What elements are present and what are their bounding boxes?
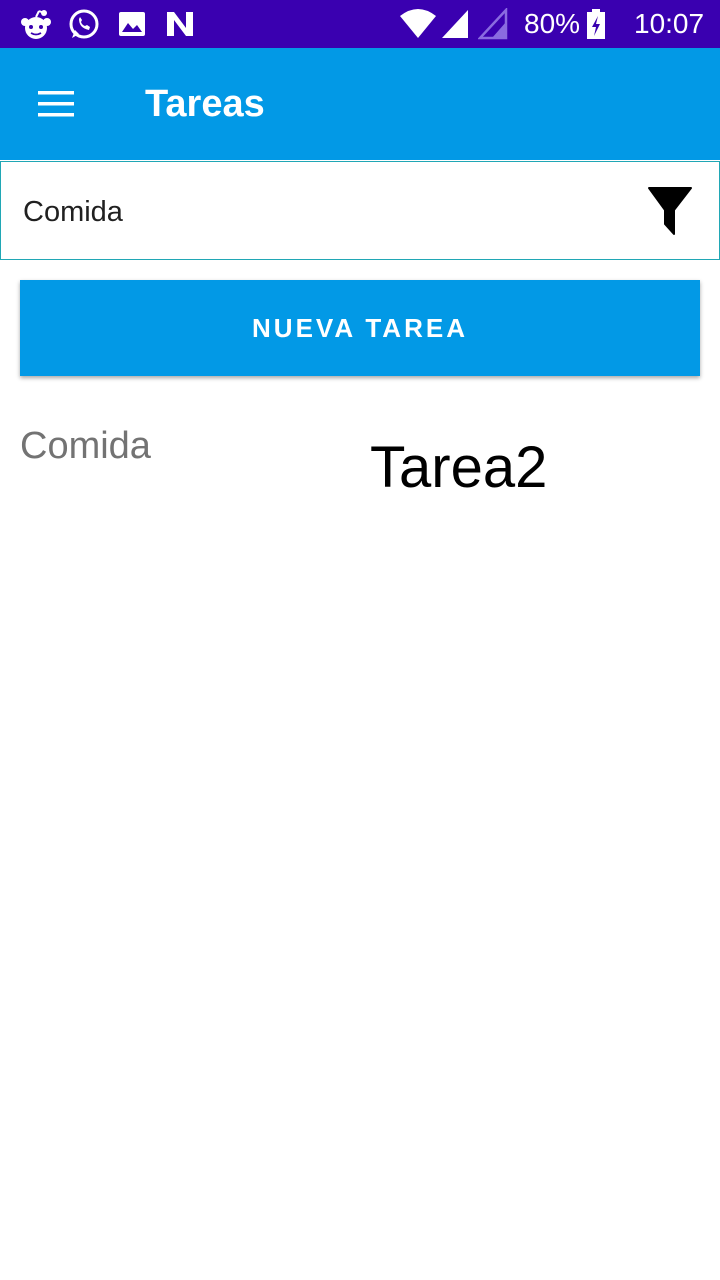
menu-button[interactable] bbox=[20, 76, 92, 132]
hamburger-menu-icon bbox=[38, 91, 74, 117]
battery-charging-icon bbox=[587, 9, 605, 39]
filter-icon bbox=[648, 187, 692, 235]
battery-percent: 80% bbox=[524, 8, 581, 39]
app-bar: Tareas bbox=[0, 48, 720, 160]
filter-value[interactable]: Comida bbox=[23, 190, 123, 234]
image-icon bbox=[119, 12, 145, 36]
task-name: Tarea2 bbox=[370, 435, 548, 500]
signal-icon bbox=[442, 10, 468, 38]
reddit-icon bbox=[21, 10, 51, 39]
new-task-button[interactable]: NUEVA TAREA bbox=[20, 280, 700, 376]
signal-empty-icon bbox=[478, 8, 508, 40]
list-item[interactable]: Comida Tarea2 bbox=[0, 405, 720, 525]
page-title: Tareas bbox=[145, 83, 265, 125]
category-filter-field[interactable]: Comida bbox=[0, 161, 720, 260]
filter-button[interactable] bbox=[641, 180, 713, 244]
clock: 10:07 bbox=[634, 8, 705, 39]
wifi-icon bbox=[400, 9, 436, 38]
whatsapp-icon bbox=[69, 9, 99, 39]
status-bar: 80% 10:07 bbox=[0, 0, 720, 48]
n-notification-icon bbox=[167, 12, 193, 36]
task-category: Comida bbox=[20, 425, 151, 467]
